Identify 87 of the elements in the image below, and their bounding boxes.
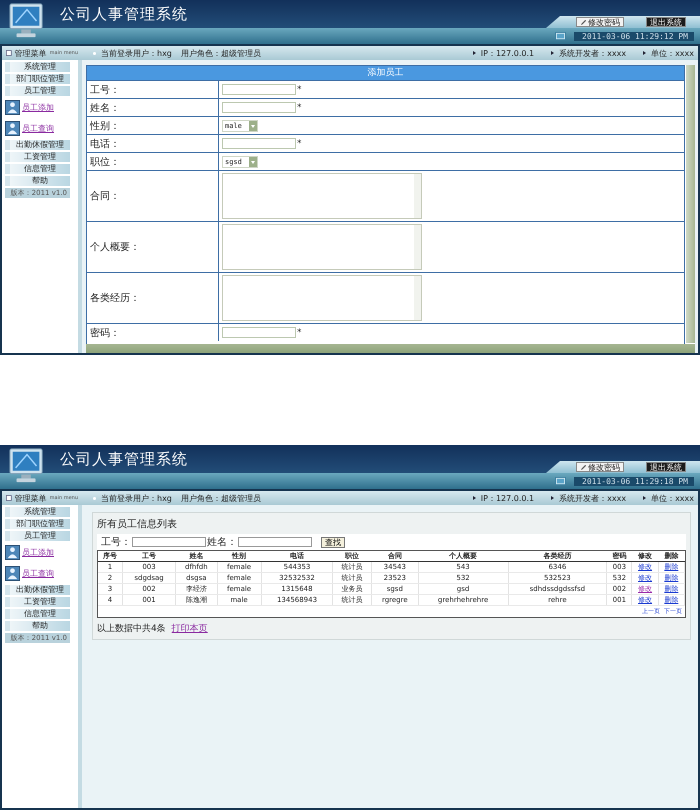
pencil-icon (580, 464, 587, 470)
bullet-icon (93, 496, 96, 500)
person-icon (5, 545, 20, 560)
required-mark: * (297, 84, 302, 94)
field-label: 密码： (90, 326, 120, 340)
field-label: 职位： (90, 156, 120, 168)
logout-button[interactable]: 退出系统 (646, 17, 686, 27)
current-user: 当前登录用户：hxg (101, 492, 172, 504)
menu-title: 管理菜单 (14, 492, 47, 504)
field-label: 各类经历： (90, 292, 140, 305)
field-label: 合同： (90, 190, 120, 203)
required-mark: * (297, 102, 302, 112)
screen-icon (555, 32, 566, 40)
menu-item[interactable]: 员工管理 (5, 531, 70, 541)
edit-password-button[interactable]: 修改密码 (576, 17, 624, 27)
menu-item[interactable]: 工资管理 (5, 597, 70, 607)
info-item: 系统开发者：xxxx (559, 492, 626, 504)
person-icon (5, 100, 20, 115)
arrow-icon (551, 51, 554, 55)
info-item: 单位：xxxx (651, 48, 694, 58)
print-link[interactable]: 打印本页 (172, 622, 208, 635)
input-field[interactable] (222, 327, 296, 338)
info-item: IP：127.0.0.1 (480, 48, 534, 58)
menu-item[interactable]: 部门职位管理 (5, 519, 70, 529)
field-label: 性别： (90, 120, 120, 132)
arrow-icon (472, 51, 476, 55)
required-mark: * (297, 138, 302, 148)
menu-item[interactable]: 系统管理 (5, 62, 70, 72)
menu-item[interactable]: 信息管理 (5, 164, 70, 174)
info-item: 系统开发者：xxxx (559, 48, 626, 58)
arrow-icon (643, 496, 646, 500)
search-label: 工号： (101, 536, 131, 549)
field-label: 个人概要： (90, 240, 140, 254)
search-button[interactable]: 查找 (321, 536, 345, 548)
user-role: 用户角色：超级管理员 (180, 492, 261, 504)
menu-icon (6, 494, 12, 502)
menu-item[interactable]: 帮助 (5, 621, 70, 631)
menu-link[interactable]: 员工查询 (22, 123, 54, 134)
field-label: 工号： (90, 84, 120, 96)
record-count: 以上数据中共4条 (97, 622, 166, 635)
menu-item[interactable]: 出勤休假管理 (5, 585, 70, 595)
current-user: 当前登录用户：hxg (101, 48, 172, 58)
input-field[interactable] (222, 138, 296, 149)
menu-title: 管理菜单 (14, 48, 47, 58)
person-icon (5, 566, 20, 581)
search-field[interactable] (132, 537, 206, 547)
info-item: 单位：xxxx (651, 492, 694, 504)
required-mark: * (297, 328, 302, 338)
menu-icon (6, 49, 12, 57)
form-header: 添加员工 (87, 66, 684, 80)
search-field[interactable] (238, 537, 312, 547)
datetime-display: 2011-03-06 11:29:18 PM (574, 476, 694, 486)
scrollbar[interactable] (686, 65, 695, 343)
field-label: 电话： (90, 138, 120, 150)
menu-item[interactable]: 工资管理 (5, 152, 70, 162)
input-field[interactable] (222, 102, 296, 113)
text-area[interactable] (222, 173, 422, 219)
text-area[interactable] (222, 275, 422, 321)
menu-item[interactable]: 信息管理 (5, 609, 70, 619)
user-role: 用户角色：超级管理员 (180, 48, 261, 58)
panel-title: 所有员工信息列表 (97, 518, 178, 532)
menu-item[interactable]: 系统管理 (5, 507, 70, 517)
arrow-icon (551, 496, 554, 500)
screen-icon (555, 476, 566, 486)
arrow-icon (643, 51, 646, 55)
menu-item[interactable]: 帮助 (5, 176, 70, 186)
datetime-display: 2011-03-06 11:29:12 PM (574, 32, 694, 40)
info-item: IP：127.0.0.1 (480, 492, 534, 504)
app-title: 公司人事管理系统 (60, 450, 188, 468)
scrollbar[interactable] (86, 344, 695, 353)
bullet-icon (93, 52, 96, 54)
pencil-icon (580, 18, 587, 26)
menu-item[interactable]: 员工管理 (5, 86, 70, 96)
arrow-icon (472, 496, 476, 500)
field-label: 姓名： (90, 102, 120, 114)
menu-item[interactable]: 出勤休假管理 (5, 140, 70, 150)
search-label: 姓名： (207, 536, 237, 549)
menu-link[interactable]: 员工添加 (22, 547, 54, 558)
text-area[interactable] (222, 224, 422, 270)
edit-password-button[interactable]: 修改密码 (576, 462, 624, 472)
menu-link[interactable]: 员工添加 (22, 102, 54, 113)
logout-button[interactable]: 退出系统 (646, 462, 686, 472)
menu-link[interactable]: 员工查询 (22, 568, 54, 579)
input-field[interactable] (222, 84, 296, 95)
menu-item[interactable]: 部门职位管理 (5, 74, 70, 84)
app-title: 公司人事管理系统 (60, 4, 188, 24)
person-icon (5, 121, 20, 136)
